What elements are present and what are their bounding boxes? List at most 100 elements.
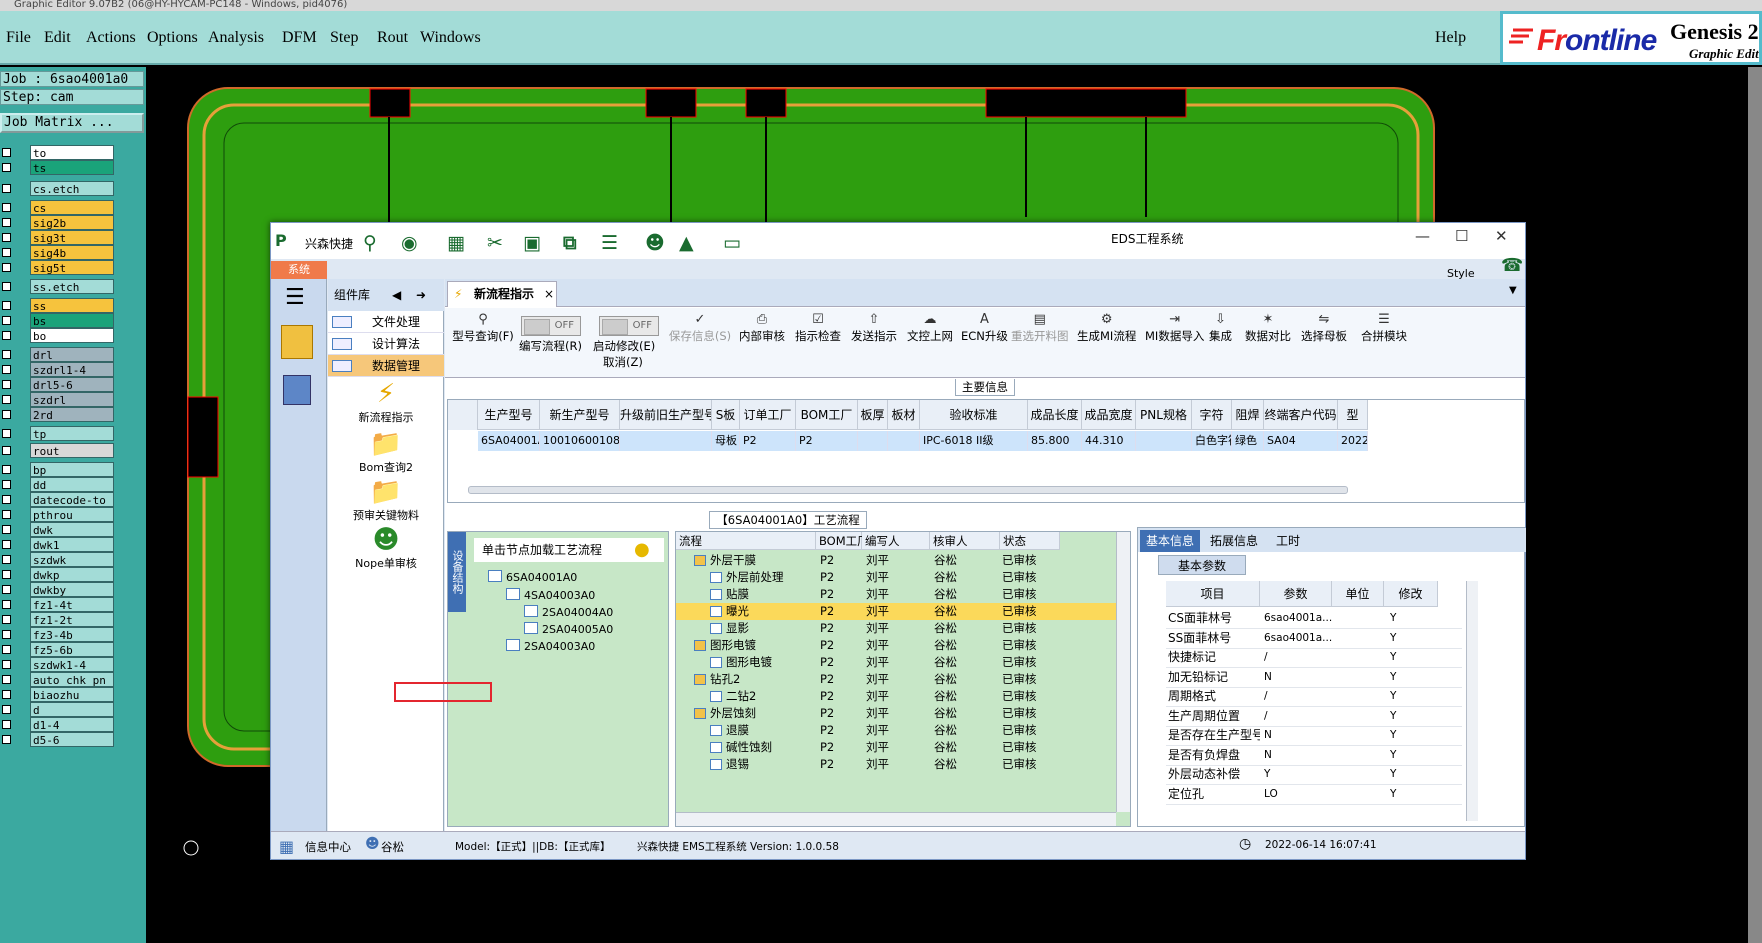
info-row[interactable]: 快捷标记 / Y: [1166, 647, 1462, 668]
layer-checkbox[interactable]: [2, 184, 11, 193]
layer-name[interactable]: d: [30, 702, 114, 717]
tree-node[interactable]: 6SA04001A0: [488, 570, 577, 584]
mi-import-button[interactable]: ⇥ MI数据导入: [1145, 312, 1204, 344]
layer-row[interactable]: d5-6: [0, 732, 146, 747]
layer-checkbox[interactable]: [2, 218, 11, 227]
layer-row[interactable]: to: [0, 145, 146, 160]
comp-menu-data[interactable]: 数据管理: [328, 355, 444, 377]
layer-row[interactable]: cs: [0, 200, 146, 215]
layer-name[interactable]: bo: [30, 328, 114, 343]
info-cell[interactable]: /: [1264, 647, 1334, 667]
ecn-upgrade-button[interactable]: A ECN升级: [961, 312, 1008, 344]
tree-vertical-tab[interactable]: 设备结构: [448, 532, 466, 612]
layer-checkbox[interactable]: [2, 720, 11, 729]
layer-checkbox[interactable]: [2, 735, 11, 744]
layer-checkbox[interactable]: [2, 480, 11, 489]
layer-name[interactable]: drl5-6: [30, 377, 114, 392]
tree-node[interactable]: 2SA04005A0: [524, 622, 613, 636]
vertical-scrollbar[interactable]: [1116, 532, 1130, 812]
info-cell[interactable]: LO: [1264, 784, 1334, 804]
layer-row[interactable]: bp: [0, 462, 146, 477]
model-query-button[interactable]: ⚲ 型号查询(F): [449, 312, 517, 344]
layer-row[interactable]: fz5-6b: [0, 642, 146, 657]
layer-checkbox[interactable]: [2, 410, 11, 419]
menu-edit[interactable]: Edit: [44, 29, 71, 47]
grid-cell[interactable]: 10010600108137: [540, 431, 620, 451]
info-row[interactable]: 加无铅标记 N Y: [1166, 667, 1462, 688]
layer-name[interactable]: sig4b: [30, 245, 114, 260]
layer-checkbox[interactable]: [2, 705, 11, 714]
grid-header[interactable]: BOM工厂: [796, 400, 858, 430]
factory-icon[interactable]: [281, 325, 313, 359]
menu-actions[interactable]: Actions: [86, 29, 136, 47]
vertical-scrollbar[interactable]: [1466, 581, 1478, 821]
grid-header[interactable]: 成品宽度: [1082, 400, 1136, 430]
job-matrix-button[interactable]: Job Matrix ...: [0, 113, 144, 133]
flow-row[interactable]: 外层蚀刻 P2 刘平 谷松 已审核: [676, 705, 1116, 722]
info-row[interactable]: 外层动态补偿 Y Y: [1166, 764, 1462, 785]
info-row[interactable]: SS面菲林号 6sao4001a... Y: [1166, 628, 1462, 649]
collapse-left-icon[interactable]: ◀: [392, 279, 401, 311]
layer-checkbox[interactable]: [2, 585, 11, 594]
layer-row[interactable]: cs.etch: [0, 181, 146, 196]
layer-checkbox[interactable]: [2, 380, 11, 389]
grid-header[interactable]: 字符: [1192, 400, 1232, 430]
layer-name[interactable]: dwk1: [30, 537, 114, 552]
grid-cell[interactable]: [858, 431, 888, 451]
layer-row[interactable]: d1-4: [0, 717, 146, 732]
layer-checkbox[interactable]: [2, 510, 11, 519]
maximize-button[interactable]: ☐: [1455, 227, 1468, 245]
merge-module-button[interactable]: ☰ 合拼模块: [1361, 312, 1407, 344]
flow-row[interactable]: 退锡 P2 刘平 谷松 已审核: [676, 756, 1116, 773]
grid-cell[interactable]: [620, 431, 712, 451]
grid-header[interactable]: 生产型号: [478, 400, 540, 430]
grid-cell[interactable]: 6SA04001A0: [478, 431, 540, 451]
process-flow-grid[interactable]: 流程 BOM工厂 编写人 核审人 状态 外层干膜 P2 刘平 谷松 已审核 外层前处理 P2 刘平 谷松已…: [675, 531, 1131, 827]
layer-name[interactable]: ts: [30, 160, 114, 175]
layer-checkbox[interactable]: [2, 555, 11, 564]
tab-close-icon[interactable]: ×: [544, 282, 554, 306]
grid-cell[interactable]: 44.310: [1082, 431, 1136, 451]
tree-node[interactable]: 4SA04003A0: [506, 588, 595, 602]
grid-cell[interactable]: 2022: [1338, 431, 1368, 451]
comp-prereview[interactable]: 📁 预审关键物料: [328, 477, 444, 523]
layer-row[interactable]: sig3t: [0, 230, 146, 245]
info-cell[interactable]: N: [1264, 667, 1334, 687]
info-row[interactable]: 周期格式 / Y: [1166, 686, 1462, 707]
layer-name[interactable]: cs: [30, 200, 114, 215]
info-cell[interactable]: 6sao4001a...: [1264, 608, 1334, 628]
menu-help[interactable]: Help: [1435, 29, 1466, 47]
integrate-button[interactable]: ⇩ 集成: [1209, 312, 1232, 344]
layer-row[interactable]: fz1-2t: [0, 612, 146, 627]
layer-checkbox[interactable]: [2, 203, 11, 212]
layer-name[interactable]: sig2b: [30, 215, 114, 230]
flow-row[interactable]: 外层前处理 P2 刘平 谷松 已审核: [676, 569, 1116, 586]
flow-row[interactable]: 退膜 P2 刘平 谷松 已审核: [676, 722, 1116, 739]
minimize-button[interactable]: —: [1415, 227, 1430, 245]
horizontal-scrollbar[interactable]: [676, 812, 1116, 826]
layer-name[interactable]: szdwk1-4: [30, 657, 114, 672]
layer-row[interactable]: ts: [0, 160, 146, 175]
message-center[interactable]: 信息中心: [305, 839, 351, 855]
basic-params-header[interactable]: 基本参数: [1158, 555, 1246, 575]
save-info-button[interactable]: ✓ 保存信息(S): [667, 312, 733, 344]
tree-node[interactable]: 2SA04003A0: [506, 639, 595, 653]
flow-row[interactable]: 图形电镀 P2 刘平 谷松 已审核: [676, 654, 1116, 671]
layer-name[interactable]: pthrou: [30, 507, 114, 522]
grid-header[interactable]: S板: [712, 400, 740, 430]
info-cell[interactable]: /: [1264, 706, 1334, 726]
grid-header[interactable]: PNL规格: [1136, 400, 1192, 430]
menu-rout[interactable]: Rout: [377, 29, 408, 47]
info-cell[interactable]: N: [1264, 725, 1334, 745]
grid-header[interactable]: 升级前旧生产型号: [620, 400, 712, 430]
flow-row[interactable]: 碱性蚀刻 P2 刘平 谷松 已审核: [676, 739, 1116, 756]
style-label[interactable]: Style: [1447, 267, 1475, 280]
tab-basic-info[interactable]: 基本信息: [1140, 530, 1201, 552]
layer-checkbox[interactable]: [2, 248, 11, 257]
layer-name[interactable]: dwk: [30, 522, 114, 537]
layer-checkbox[interactable]: [2, 540, 11, 549]
monitor-icon[interactable]: ▭: [723, 232, 741, 254]
layer-row[interactable]: drl5-6: [0, 377, 146, 392]
layer-name[interactable]: dwkp: [30, 567, 114, 582]
layer-name[interactable]: to: [30, 145, 114, 160]
